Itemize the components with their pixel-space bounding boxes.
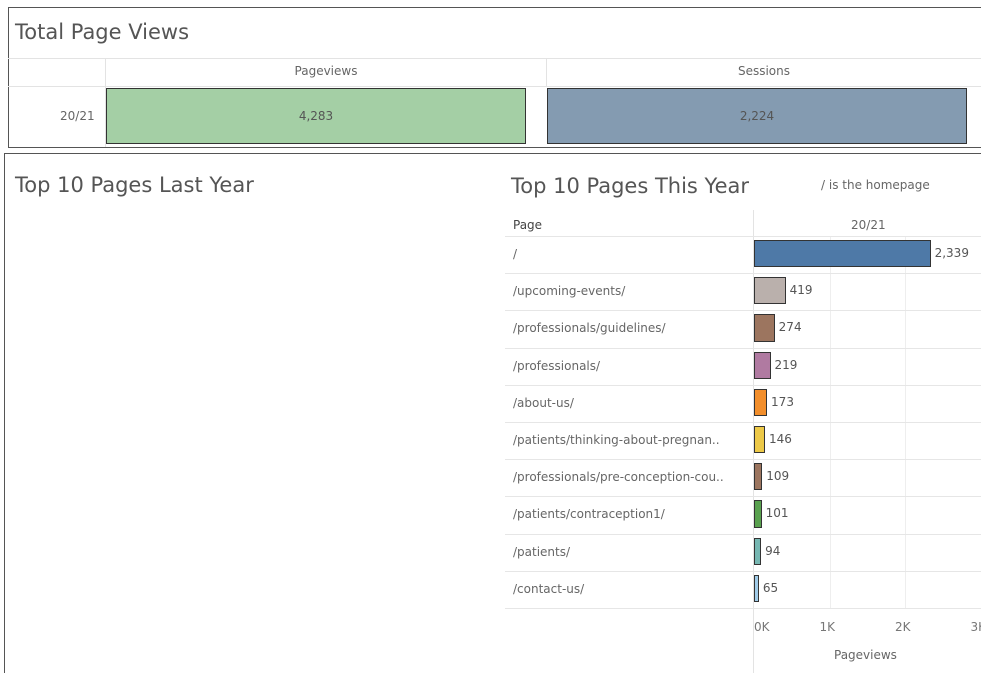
page-label[interactable]: /upcoming-events/ [513, 284, 749, 298]
bar-value-label: 109 [766, 469, 790, 484]
table-row-line [505, 273, 981, 275]
page-bar[interactable] [754, 240, 931, 268]
page-bar[interactable] [754, 277, 786, 305]
page-label[interactable]: /about-us/ [513, 396, 749, 410]
page-label[interactable]: / [513, 247, 749, 261]
bar-value-label: 219 [774, 357, 798, 372]
table-header-line [505, 236, 981, 237]
page-label[interactable]: /professionals/guidelines/ [513, 321, 749, 335]
page-bar[interactable] [754, 537, 762, 565]
table-row-line [505, 608, 981, 609]
bar-value-label: 94 [765, 543, 781, 558]
table-row-line [505, 459, 981, 461]
page-label[interactable]: /contact-us/ [513, 582, 749, 596]
page-bar[interactable] [754, 426, 766, 454]
x-tick-label: 3K [970, 620, 981, 634]
page-label[interactable]: /professionals/pre-conception-cou.. [513, 470, 749, 484]
page-label[interactable]: /professionals/ [513, 359, 749, 373]
x-tick-label: 0K [754, 620, 770, 634]
page-bar[interactable] [754, 574, 759, 602]
bar-value-label: 419 [789, 283, 813, 298]
bar-value-label: 101 [765, 506, 789, 521]
page-bar[interactable] [754, 314, 775, 342]
table-row-line [505, 384, 981, 386]
table-row-line [505, 422, 981, 423]
table-row-line [505, 310, 981, 312]
x-tick-label: 1K [819, 620, 836, 634]
x-axis-label: Pageviews [834, 648, 897, 662]
x-tick-label: 2K [895, 620, 911, 634]
table-row-line [505, 347, 981, 349]
table-row-line [505, 496, 981, 498]
bar-value-label: 146 [769, 432, 792, 446]
table-row-line [505, 533, 981, 535]
bar-value-label: 274 [778, 320, 802, 335]
page-label[interactable]: /patients/thinking-about-pregnan.. [513, 433, 749, 447]
bar-value-label: 2,339 [934, 246, 969, 260]
page-label[interactable]: /patients/contraception1/ [513, 507, 749, 521]
page-label[interactable]: /patients/ [513, 545, 749, 559]
page-bar[interactable] [754, 388, 768, 416]
table-row-line [505, 570, 981, 572]
top-pages-chart: / 2,339/upcoming-events/419/professionals… [0, 0, 981, 673]
page-bar[interactable] [754, 463, 763, 491]
bar-value-label: 173 [771, 394, 794, 409]
page-bar[interactable] [754, 500, 762, 528]
bar-value-label: 65 [762, 580, 779, 595]
page-bar[interactable] [754, 351, 771, 379]
